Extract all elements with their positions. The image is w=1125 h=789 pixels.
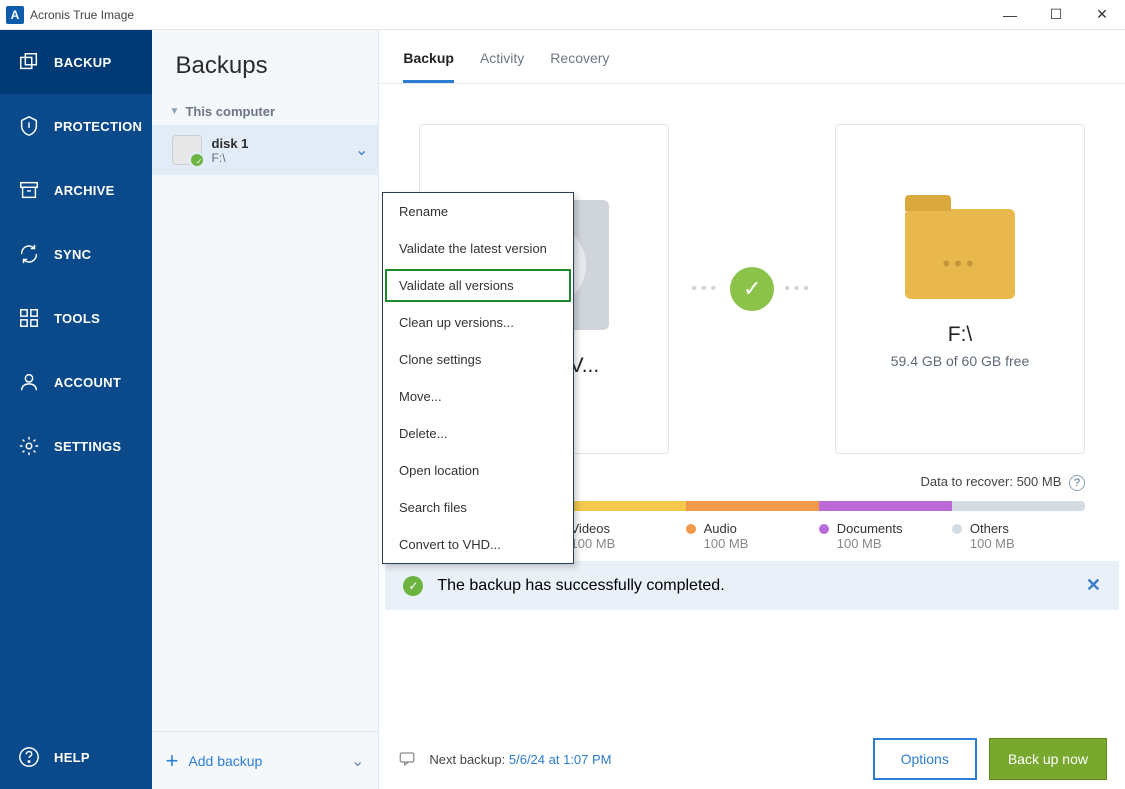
- sidebar-item-protection[interactable]: PROTECTION: [0, 94, 152, 158]
- check-circle-icon: ✓: [730, 267, 774, 311]
- tab-activity[interactable]: Activity: [480, 50, 524, 83]
- sidebar-item-label: SYNC: [54, 247, 91, 262]
- tab-backup[interactable]: Backup: [403, 50, 454, 83]
- help-icon: [18, 746, 40, 768]
- context-menu: Rename Validate the latest version Valid…: [382, 192, 574, 564]
- footer: Next backup: 5/6/24 at 1:07 PM Options B…: [379, 729, 1125, 789]
- menu-rename[interactable]: Rename: [383, 193, 573, 230]
- connector: ••• ✓ •••: [691, 267, 813, 311]
- sidebar-item-label: ACCOUNT: [54, 375, 121, 390]
- sidebar-item-label: TOOLS: [54, 311, 100, 326]
- sidebar-item-label: PROTECTION: [54, 119, 142, 134]
- add-backup-button[interactable]: + Add backup ⌄: [152, 731, 379, 789]
- next-backup-label: Next backup:: [429, 752, 509, 767]
- banner-close-icon[interactable]: ✕: [1086, 575, 1101, 596]
- legend-documents: Documents 100 MB: [819, 521, 952, 551]
- sidebar-item-help[interactable]: HELP: [0, 725, 152, 789]
- nav-sidebar: BACKUP PROTECTION ARCHIVE SYNC TOOLS ACC…: [0, 30, 152, 789]
- sidebar-item-backup[interactable]: BACKUP: [0, 30, 152, 94]
- destination-card[interactable]: ••• F:\ 59.4 GB of 60 GB free: [835, 124, 1085, 454]
- gear-icon: [18, 435, 40, 457]
- tree-host[interactable]: ▼ This computer: [152, 98, 379, 125]
- menu-clean-up[interactable]: Clean up versions...: [383, 304, 573, 341]
- dest-subtitle: 59.4 GB of 60 GB free: [891, 353, 1030, 369]
- sidebar-item-label: HELP: [54, 750, 90, 765]
- drive-icon: ✓: [172, 135, 202, 165]
- account-icon: [18, 371, 40, 393]
- window-title: Acronis True Image: [30, 8, 134, 22]
- sidebar-item-archive[interactable]: ARCHIVE: [0, 158, 152, 222]
- app-icon: A: [6, 6, 24, 24]
- sidebar-item-settings[interactable]: SETTINGS: [0, 414, 152, 478]
- tabs: Backup Activity Recovery: [379, 30, 1125, 84]
- menu-validate-latest[interactable]: Validate the latest version: [383, 230, 573, 267]
- chevron-down-icon[interactable]: ⌄: [355, 140, 368, 160]
- sidebar-item-label: ARCHIVE: [54, 183, 115, 198]
- backups-title: Backups: [152, 30, 379, 98]
- success-banner: ✓ The backup has successfully completed.…: [385, 561, 1119, 610]
- data-to-recover: Data to recover: 500 MB: [920, 474, 1061, 489]
- sync-icon: [18, 243, 40, 265]
- dest-title: F:\: [948, 323, 973, 347]
- legend-others: Others 100 MB: [952, 521, 1085, 551]
- tools-icon: [18, 307, 40, 329]
- legend-audio: Audio 100 MB: [686, 521, 819, 551]
- backup-icon: [18, 51, 40, 73]
- success-icon: ✓: [403, 576, 423, 596]
- backup-now-button[interactable]: Back up now: [989, 738, 1107, 780]
- banner-message: The backup has successfully completed.: [437, 577, 724, 595]
- sidebar-item-account[interactable]: ACCOUNT: [0, 350, 152, 414]
- backup-path: F:\: [212, 151, 249, 165]
- sidebar-item-label: SETTINGS: [54, 439, 121, 454]
- tab-recovery[interactable]: Recovery: [550, 50, 609, 83]
- add-backup-label: Add backup: [188, 753, 262, 769]
- backup-name: disk 1: [212, 136, 249, 151]
- comment-icon[interactable]: [397, 750, 417, 768]
- caret-down-icon: ▼: [170, 106, 180, 117]
- menu-clone-settings[interactable]: Clone settings: [383, 341, 573, 378]
- options-button[interactable]: Options: [873, 738, 977, 780]
- sidebar-item-tools[interactable]: TOOLS: [0, 286, 152, 350]
- menu-open-location[interactable]: Open location: [383, 452, 573, 489]
- maximize-button[interactable]: ☐: [1033, 0, 1079, 30]
- menu-validate-all[interactable]: Validate all versions: [383, 267, 573, 304]
- dots-icon: •••: [691, 280, 720, 298]
- sidebar-item-label: BACKUP: [54, 55, 111, 70]
- next-backup-time: 5/6/24 at 1:07 PM: [509, 752, 612, 767]
- chevron-down-icon[interactable]: ⌄: [351, 751, 364, 771]
- backup-list-item[interactable]: ✓ disk 1 F:\ ⌄: [152, 125, 379, 175]
- shield-icon: [18, 115, 40, 137]
- backups-panel: Backups ▼ This computer ✓ disk 1 F:\ ⌄ +…: [152, 30, 380, 789]
- host-label: This computer: [185, 104, 275, 119]
- close-button[interactable]: ✕: [1079, 0, 1125, 30]
- plus-icon: +: [166, 748, 179, 774]
- help-tooltip-icon[interactable]: ?: [1069, 475, 1085, 491]
- folder-icon: •••: [905, 209, 1015, 299]
- menu-convert-vhd[interactable]: Convert to VHD...: [383, 526, 573, 563]
- menu-delete[interactable]: Delete...: [383, 415, 573, 452]
- archive-icon: [18, 179, 40, 201]
- dots-icon: •••: [784, 280, 813, 298]
- menu-search-files[interactable]: Search files: [383, 489, 573, 526]
- title-bar: A Acronis True Image — ☐ ✕: [0, 0, 1125, 30]
- menu-move[interactable]: Move...: [383, 378, 573, 415]
- sidebar-item-sync[interactable]: SYNC: [0, 222, 152, 286]
- minimize-button[interactable]: —: [987, 0, 1033, 30]
